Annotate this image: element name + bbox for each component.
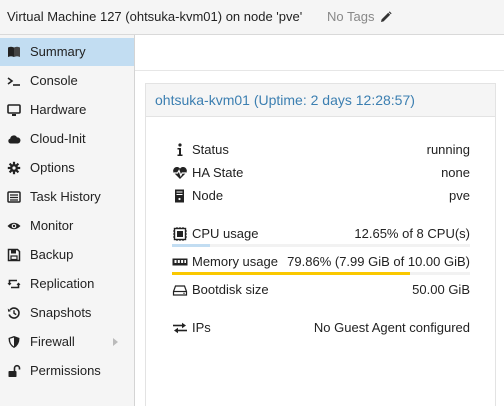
retweet-icon: [7, 277, 21, 291]
sidebar-item-monitor[interactable]: Monitor: [0, 212, 134, 240]
book-icon: [7, 45, 21, 59]
ha-state-label: HA State: [192, 165, 244, 180]
node-label: Node: [192, 188, 224, 203]
floppy-icon: [7, 248, 21, 262]
summary-panel-header: ohtsuka-kvm01 (Uptime: 2 days 12:28:57): [145, 83, 496, 117]
sidebar: Summary Console Hardware Cloud-Init Opti…: [0, 35, 135, 406]
cpu-usage-label: CPU usage: [192, 226, 259, 241]
history-icon: [7, 306, 21, 320]
ips-label: IPs: [192, 320, 211, 335]
tags-label: No Tags: [327, 9, 375, 24]
sidebar-item-label: Monitor: [30, 218, 74, 233]
sidebar-item-summary[interactable]: Summary: [0, 38, 134, 66]
summary-panel-title: ohtsuka-kvm01 (Uptime: 2 days 12:28:57): [155, 92, 415, 108]
sidebar-item-label: Cloud-Init: [30, 131, 86, 146]
cpu-usage-bar: [172, 244, 470, 247]
info-icon: [172, 143, 188, 157]
sidebar-item-hardware[interactable]: Hardware: [0, 96, 134, 124]
sidebar-item-console[interactable]: Console: [0, 67, 134, 95]
sidebar-item-permissions[interactable]: Permissions: [0, 357, 134, 385]
hdd-icon: [172, 283, 188, 297]
vm-title: Virtual Machine 127 (ohtsuka-kvm01) on n…: [7, 9, 303, 24]
memory-usage-label: Memory usage: [192, 254, 278, 269]
shield-icon: [7, 335, 21, 349]
memory-usage-row: Memory usage 79.86% (7.99 GiB of 10.00 G…: [172, 253, 470, 271]
sidebar-item-label: Replication: [30, 276, 95, 291]
memory-icon: [172, 255, 188, 269]
cloud-icon: [7, 132, 21, 146]
sidebar-item-label: Hardware: [30, 102, 87, 117]
status-value: running: [426, 142, 470, 157]
node-value: pve: [449, 188, 470, 203]
pencil-icon[interactable]: [380, 11, 392, 26]
sidebar-item-options[interactable]: Options: [0, 154, 134, 182]
unlock-icon: [7, 364, 21, 378]
monitor-icon: [7, 103, 21, 117]
sidebar-item-label: Summary: [30, 44, 86, 59]
sidebar-item-label: Console: [30, 73, 78, 88]
memory-usage-bar: [172, 272, 470, 275]
cpu-usage-row: CPU usage 12.65% of 8 CPU(s): [172, 225, 470, 243]
tags-editor[interactable]: No Tags: [327, 9, 392, 26]
sidebar-item-label: Options: [30, 160, 75, 175]
sidebar-item-label: Task History: [30, 189, 101, 204]
sidebar-item-cloud-init[interactable]: Cloud-Init: [0, 125, 134, 153]
sidebar-item-label: Permissions: [30, 363, 101, 378]
sidebar-item-replication[interactable]: Replication: [0, 270, 134, 298]
exchange-icon: [172, 321, 188, 335]
sidebar-item-label: Snapshots: [30, 305, 92, 320]
bootdisk-size-value: 50.00 GiB: [412, 282, 470, 297]
sidebar-item-task-history[interactable]: Task History: [0, 183, 134, 211]
bootdisk-size-row: Bootdisk size 50.00 GiB: [172, 281, 470, 299]
ha-state-row: HA State none: [172, 164, 470, 182]
status-row: Status running: [172, 141, 470, 159]
cpu-icon: [172, 227, 188, 241]
gear-icon: [7, 161, 21, 175]
top-bar: Virtual Machine 127 (ohtsuka-kvm01) on n…: [0, 0, 504, 35]
sidebar-item-firewall[interactable]: Firewall: [0, 328, 134, 356]
server-icon: [172, 189, 188, 203]
ha-state-value: none: [441, 165, 470, 180]
submenu-arrow-icon[interactable]: [113, 338, 118, 346]
sidebar-item-backup[interactable]: Backup: [0, 241, 134, 269]
node-row: Node pve: [172, 187, 470, 205]
ips-value: No Guest Agent configured: [313, 320, 470, 335]
sidebar-item-label: Backup: [30, 247, 74, 262]
status-label: Status: [192, 142, 229, 157]
ips-row: IPs No Guest Agent configured: [172, 319, 470, 337]
cpu-usage-bar-fill: [172, 244, 210, 247]
cpu-usage-value: 12.65% of 8 CPU(s): [354, 226, 470, 241]
bootdisk-size-label: Bootdisk size: [192, 282, 269, 297]
sidebar-item-snapshots[interactable]: Snapshots: [0, 299, 134, 327]
list-icon: [7, 190, 21, 204]
eye-icon: [7, 219, 21, 233]
content-toolbar: [135, 35, 504, 71]
memory-usage-bar-fill: [172, 272, 410, 275]
sidebar-item-label: Firewall: [30, 334, 75, 349]
memory-usage-value: 79.86% (7.99 GiB of 10.00 GiB): [287, 254, 470, 269]
terminal-icon: [7, 74, 21, 88]
heartbeat-icon: [172, 166, 188, 180]
